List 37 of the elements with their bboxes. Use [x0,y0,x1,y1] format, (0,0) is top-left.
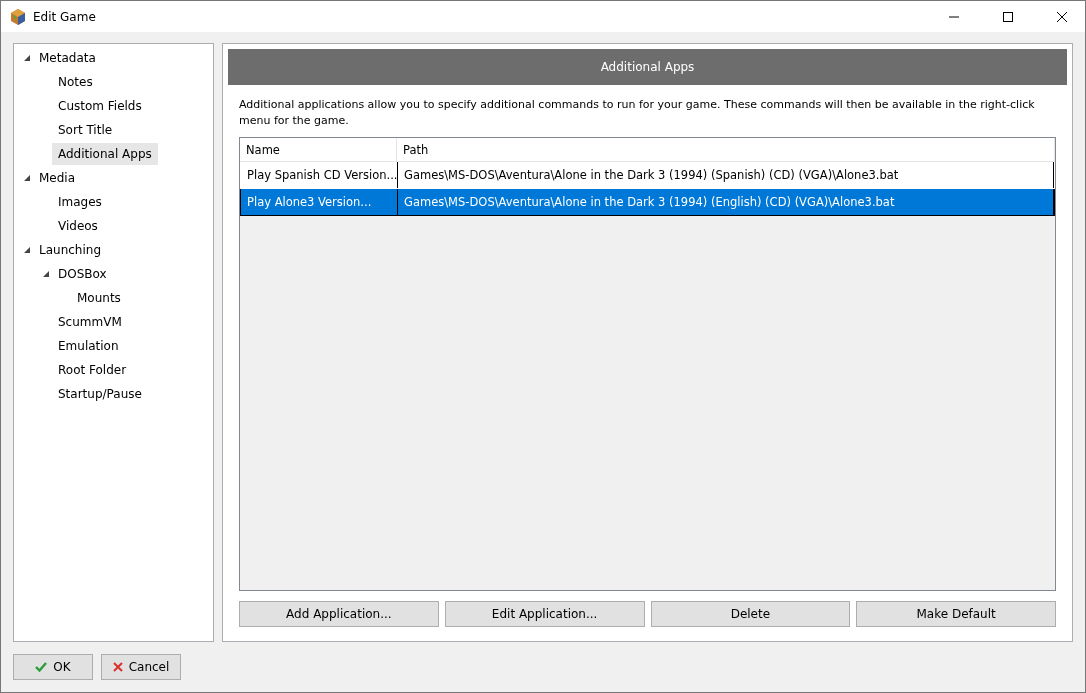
table-cell: Games\MS-DOS\Aventura\Alone in the Dark 3 (1994) (Spanish) (CD) (VGA)\Alone3.bat [398,162,1054,188]
cube-logo-icon [11,8,25,25]
table-cell: Play Alone3 Version... [241,189,398,215]
tree-item[interactable]: Additional Apps [52,143,158,165]
table-row[interactable]: Play Spanish CD Version... Games\MS-DOS\Aventura\Alone in the Dark 3 (1994) (Spanish) (CD) (VGA)\Alone3.bat [240,162,1055,189]
close-icon[interactable] [1057,11,1067,22]
tree-item[interactable]: Sort Title [52,119,119,141]
action-button[interactable]: Edit Application... [444,601,645,627]
tree-item[interactable]: Media [33,167,82,189]
table-cell: Games\MS-DOS\Aventura\Alone in the Dark 3 (1994) (English) (CD) (VGA)\Alone3.bat [398,189,1054,215]
action-button[interactable]: Make Default [856,601,1056,627]
window-title: Edit Game [33,9,97,24]
tree-item[interactable]: ScummVM [52,311,128,333]
tree-item[interactable]: Images [52,191,108,213]
description-text: Additional applications allow you to specify additional commands to run for your game. These commands will then be available in the right-click menu for the game. [238,97,1036,129]
action-button[interactable]: Delete [650,601,851,627]
tree-item[interactable]: Root Folder [52,359,133,381]
tree-item[interactable]: Metadata [33,47,102,69]
panel-header: Additional Apps [228,49,1067,85]
tree-item[interactable]: DOSBox [52,263,113,285]
column-header[interactable]: Name [240,138,397,161]
table-row[interactable]: Play Alone3 Version... Games\MS-DOS\Aventura\Alone in the Dark 3 (1994) (English) (CD) (VGA)\Alone3.bat [240,189,1055,216]
column-header[interactable]: Path [397,138,1055,161]
checkmark-icon [35,662,48,672]
cancel-button[interactable]: Cancel [101,654,181,680]
maximize-icon[interactable] [1003,11,1013,22]
action-button[interactable]: Add Application... [239,601,439,627]
tree-item[interactable]: Startup/Pause [52,383,148,405]
tree-item[interactable]: Videos [52,215,104,237]
tree-item[interactable]: Emulation [52,335,125,357]
tree-item[interactable]: Custom Fields [52,95,148,117]
tree-item[interactable]: Mounts [71,287,127,309]
table-cell: Play Spanish CD Version... [241,162,398,188]
ok-button[interactable]: OK [13,654,93,680]
tree-item[interactable]: Launching [33,239,107,261]
tree-item[interactable]: Notes [52,71,99,93]
x-mark-icon [112,662,123,672]
